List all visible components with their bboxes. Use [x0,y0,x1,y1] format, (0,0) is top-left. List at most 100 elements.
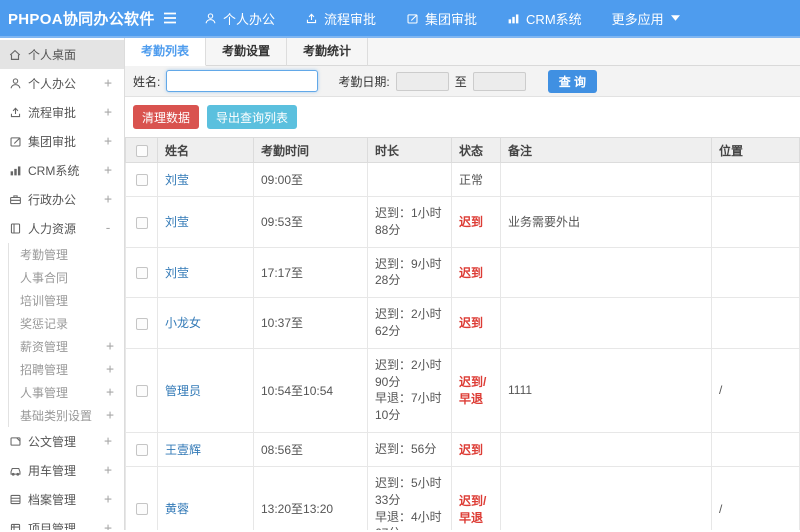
sidebar-item-project-management[interactable]: 项目管理 + [0,514,124,530]
tab-attendance-statistics[interactable]: 考勤统计 [287,38,369,66]
row-checkbox[interactable] [135,317,148,330]
time-cell: 17:17至 [253,246,368,299]
sidebar-item-official-document-management[interactable]: 公文管理 + [0,427,124,456]
time-cell: 08:56至 [253,431,368,467]
sidebar: 个人桌面 个人办公 + 流程审批 + 集团审批 + CRM系统 + 行政办公 + 人力资源 - 考勤管理人… [0,38,125,530]
sidebar-item-administrative-office[interactable]: 行政办公 + [0,185,124,214]
row-checkbox[interactable] [135,216,148,229]
nav-crm-system[interactable]: CRM系统 [507,9,582,28]
sidebar-item-personal-office[interactable]: 个人办公 + [0,69,124,98]
sidebar-item-recruitment-management[interactable]: 招聘管理 + [9,358,124,381]
sidebar-item-label: 考勤管理 [20,248,69,262]
select-all-header-cell [125,137,158,163]
name-cell: 刘莹 [157,246,254,299]
sidebar-item-workflow-approval[interactable]: 流程审批 + [0,98,124,127]
expand-toggle[interactable]: + [106,362,114,377]
sidebar-item-personal-desktop[interactable]: 个人桌面 [0,40,124,69]
note-cell [500,162,712,197]
time-cell: 10:54至10:54 [253,347,368,433]
row-checkbox[interactable] [135,444,148,457]
nav-workflow-approval[interactable]: 流程审批 [305,9,376,28]
sidebar-item-reward-punishment-record[interactable]: 奖惩记录 [9,312,124,335]
attendance-row: 刘莹 17:17至 迟到：9小时28分 迟到 [125,246,800,299]
duration-cell: 迟到：9小时28分 [367,246,452,299]
sidebar-item-label: CRM系统 [28,164,80,178]
note-cell: 业务需要外出 [500,196,712,248]
clear-data-button[interactable]: 清理数据 [133,105,200,129]
tab-strip-filler [368,38,800,66]
row-checkbox[interactable] [135,267,148,280]
caret-down-icon [670,15,680,21]
time-cell: 09:53至 [253,196,368,248]
expand-toggle[interactable]: + [104,492,112,507]
sidebar-item-label: 用车管理 [28,464,77,478]
row-checkbox[interactable] [135,385,148,398]
tab-attendance-settings[interactable]: 考勤设置 [206,38,288,66]
status-badge: 迟到 [459,316,484,331]
sidebar-item-label: 档案管理 [28,493,77,507]
duration-line: 迟到：56分 [375,442,437,457]
duration-cell: 迟到：5小时33分早退：4小时67分 [367,465,452,530]
checkbox-cell [125,162,158,197]
sidebar-item-training-management[interactable]: 培训管理 [9,289,124,312]
employee-name-link[interactable]: 黄蓉 [165,502,189,516]
expand-toggle[interactable]: - [104,221,112,236]
date-from-input[interactable] [395,71,449,91]
expand-toggle[interactable]: + [104,192,112,207]
sidebar-item-personnel-management[interactable]: 人事管理 + [9,381,124,404]
book-icon [8,222,22,236]
expand-toggle[interactable]: + [106,408,114,423]
note-cell [500,246,712,299]
expand-toggle[interactable]: + [104,521,112,530]
sidebar-item-basic-category-settings[interactable]: 基础类别设置 + [9,404,124,427]
user-icon [8,77,22,91]
expand-toggle[interactable]: + [104,105,112,120]
date-to-input[interactable] [472,71,526,91]
tab-attendance-list[interactable]: 考勤列表 [125,38,207,66]
nav-personal-office[interactable]: 个人办公 [204,9,275,28]
hamburger-icon[interactable] [162,11,178,25]
name-input[interactable] [166,70,319,92]
sidebar-item-label: 奖惩记录 [20,317,69,331]
expand-toggle[interactable]: + [104,434,112,449]
sidebar-item-vehicle-management[interactable]: 用车管理 + [0,456,124,485]
time-cell: 09:00至 [253,162,368,197]
main-content: 考勤列表 考勤设置 考勤统计 姓名: 考勤日期: 至 查 询 清理数据 导出查询列表… [125,38,800,530]
sidebar-item-human-resources[interactable]: 人力资源 - [0,214,124,243]
export-list-button[interactable]: 导出查询列表 [207,105,298,129]
nav-group-approval[interactable]: 集团审批 [406,9,477,28]
status-cell: 迟到 [451,297,501,349]
chart-icon [8,164,22,178]
name-cell: 刘莹 [157,196,254,248]
sidebar-item-attendance-management[interactable]: 考勤管理 [9,243,124,266]
row-checkbox[interactable] [135,174,148,187]
employee-name-link[interactable]: 刘莹 [165,215,189,229]
employee-name-link[interactable]: 王壹辉 [165,443,201,457]
expand-toggle[interactable]: + [106,339,114,354]
sidebar-item-crm-system[interactable]: CRM系统 + [0,156,124,185]
expand-toggle[interactable]: + [106,385,114,400]
expand-toggle[interactable]: + [104,76,112,91]
row-checkbox[interactable] [135,503,148,516]
column-header: 位置 [711,137,800,163]
expand-toggle[interactable]: + [104,163,112,178]
sidebar-item-salary-management[interactable]: 薪资管理 + [9,335,124,358]
sidebar-item-label: 集团审批 [28,135,77,149]
sidebar-item-personnel-contract[interactable]: 人事合同 [9,266,124,289]
sidebar-item-group-approval[interactable]: 集团审批 + [0,127,124,156]
location-cell: / [711,347,800,433]
expand-toggle[interactable]: + [104,463,112,478]
employee-name-link[interactable]: 管理员 [165,384,201,398]
search-button[interactable]: 查 询 [547,69,598,93]
select-all-checkbox[interactable] [135,144,148,157]
attendance-row: 刘莹 09:00至 正常 [125,162,800,197]
employee-name-link[interactable]: 刘莹 [165,266,189,280]
attendance-row: 小龙女 10:37至 迟到：2小时62分 迟到 [125,297,800,349]
employee-name-link[interactable]: 小龙女 [165,316,201,330]
employee-name-link[interactable]: 刘莹 [165,173,189,187]
sidebar-item-archive-management[interactable]: 档案管理 + [0,485,124,514]
sidebar-item-label: 项目管理 [28,522,77,530]
expand-toggle[interactable]: + [104,134,112,149]
nav-more-apps[interactable]: 更多应用 [612,9,680,28]
time-cell: 10:37至 [253,297,368,349]
